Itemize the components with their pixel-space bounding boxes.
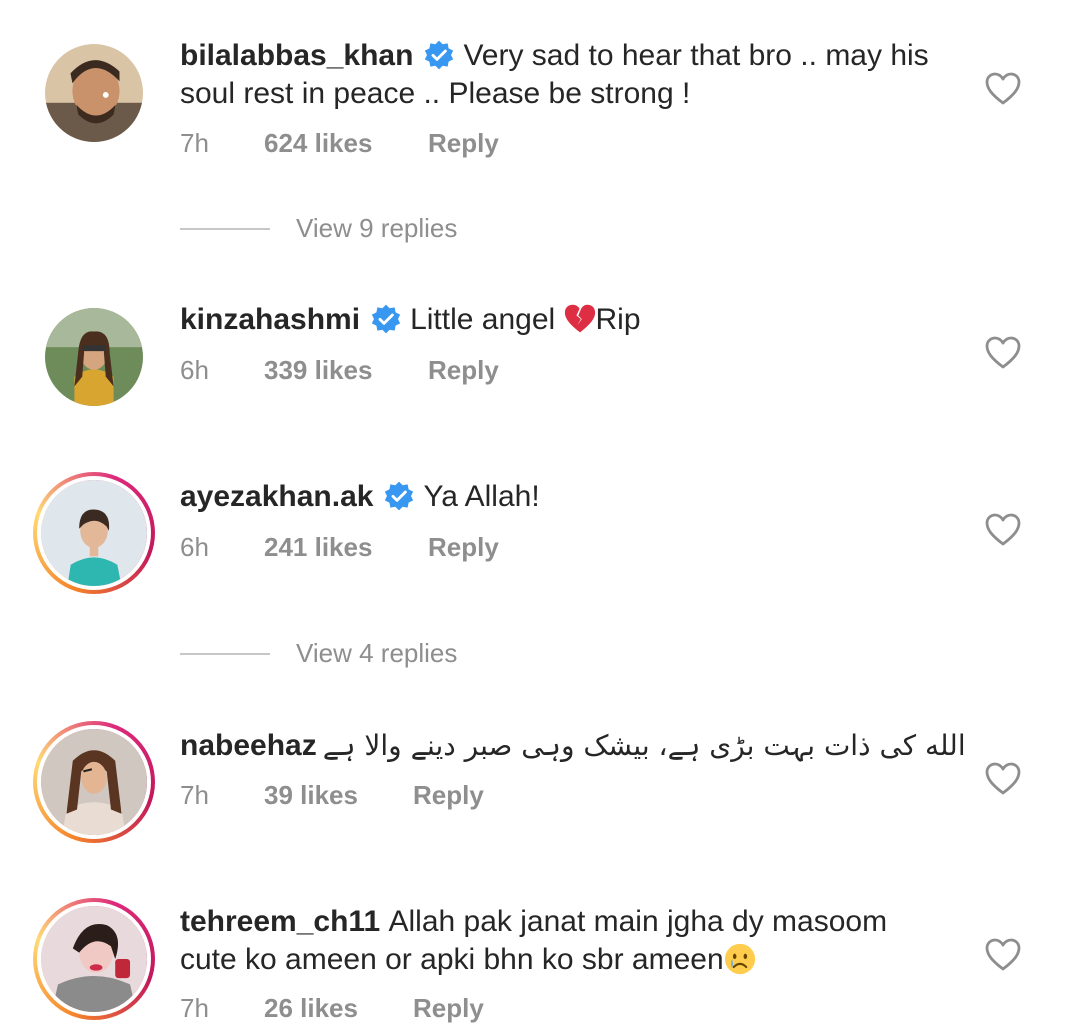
crying-face-emoji-icon (724, 943, 755, 975)
comment-text: Very sad to hear that bro .. may his (463, 39, 929, 72)
username[interactable]: tehreem_ch11 (180, 905, 380, 938)
reply-button[interactable]: Reply (413, 780, 484, 811)
timestamp[interactable]: 6h (180, 355, 209, 386)
likes-count[interactable]: 39 likes (264, 780, 358, 811)
username[interactable]: nabeehaz (180, 729, 317, 762)
like-heart-icon[interactable] (985, 513, 1021, 547)
avatar-with-story-ring[interactable] (33, 721, 155, 843)
like-heart-icon[interactable] (985, 336, 1021, 370)
comment-text-continued: soul rest in peace .. Please be strong ! (180, 77, 691, 110)
like-heart-icon[interactable] (985, 938, 1021, 972)
comment-body: ayezakhan.ak Ya Allah! (180, 478, 970, 516)
avatar-with-story-ring[interactable] (33, 472, 155, 594)
divider-line (180, 653, 270, 655)
comment-body: nabeehaz الله کی ذات بہت بڑی ہے، بیشک وہی… (180, 727, 970, 765)
avatar-with-story-ring[interactable] (33, 898, 155, 1020)
verified-badge-icon (371, 304, 401, 334)
likes-count[interactable]: 339 likes (264, 355, 372, 386)
comment-text: Ya Allah! (423, 480, 540, 513)
reply-button[interactable]: Reply (428, 128, 499, 159)
username[interactable]: bilalabbas_khan (180, 39, 413, 72)
comment-body: tehreem_ch11 Allah pak janat main jgha d… (180, 903, 970, 979)
avatar[interactable] (35, 36, 151, 152)
reply-button[interactable]: Reply (428, 532, 499, 563)
verified-badge-icon (385, 481, 414, 511)
like-heart-icon[interactable] (985, 72, 1021, 106)
timestamp[interactable]: 7h (180, 780, 209, 811)
username[interactable]: ayezakhan.ak (180, 480, 373, 513)
comment-text: Little angel (410, 303, 556, 336)
comment-text-continued: cute ko ameen or apki bhn ko sbr ameen (180, 943, 724, 976)
comment-text: Allah pak janat main jgha dy masoom (388, 905, 888, 938)
view-replies-label[interactable]: View 9 replies (296, 213, 457, 244)
timestamp[interactable]: 7h (180, 128, 209, 159)
view-replies-label[interactable]: View 4 replies (296, 638, 457, 669)
comment-body: bilalabbas_khan Very sad to hear that bro… (180, 37, 970, 113)
broken-heart-emoji-icon (564, 304, 595, 333)
avatar[interactable] (35, 300, 151, 416)
divider-line (180, 228, 270, 230)
timestamp[interactable]: 6h (180, 532, 209, 563)
comment-text: الله کی ذات بہت بڑی ہے، بیشک وہی صبر دین… (322, 729, 966, 762)
likes-count[interactable]: 624 likes (264, 128, 372, 159)
comment-body: kinzahashmi Little angel Rip (180, 301, 970, 339)
verified-badge-icon (425, 40, 454, 70)
comment-text-after-emoji: Rip (595, 303, 641, 336)
likes-count[interactable]: 26 likes (264, 993, 358, 1024)
likes-count[interactable]: 241 likes (264, 532, 372, 563)
like-heart-icon[interactable] (985, 762, 1021, 796)
username[interactable]: kinzahashmi (180, 303, 360, 336)
reply-button[interactable]: Reply (413, 993, 484, 1024)
reply-button[interactable]: Reply (428, 355, 499, 386)
timestamp[interactable]: 7h (180, 993, 209, 1024)
